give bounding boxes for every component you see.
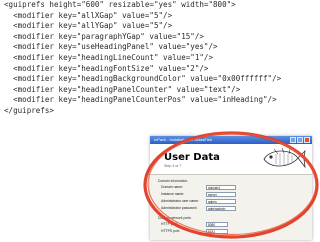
code-line: <modifier key="headingPanelCounterPos" v… — [4, 95, 277, 105]
code-line: <modifier key="headingPanelCounter" valu… — [4, 84, 241, 94]
code-line: <guiprefs height="600" resizable="yes" w… — [4, 0, 236, 9]
code-line: <modifier key="paragraphYGap" value="15"… — [4, 31, 204, 41]
code-line: <modifier key="headingBackgroundColor" v… — [4, 74, 282, 84]
code-line: <modifier key="allXGap" value="5"/> — [4, 10, 173, 20]
code-line: <modifier key="allYGap" value="5"/> — [4, 21, 173, 31]
code-line: <modifier key="useHeadingPanel" value="y… — [4, 42, 218, 52]
code-line: </guiprefs> — [4, 105, 54, 115]
highlight-ring — [143, 131, 319, 239]
code-line: <modifier key="headingFontSize" value="2… — [4, 63, 209, 73]
code-line: <modifier key="headingLineCount" value="… — [4, 52, 214, 62]
xml-code-block: <guiprefs height="600" resizable="yes" w… — [4, 0, 320, 117]
